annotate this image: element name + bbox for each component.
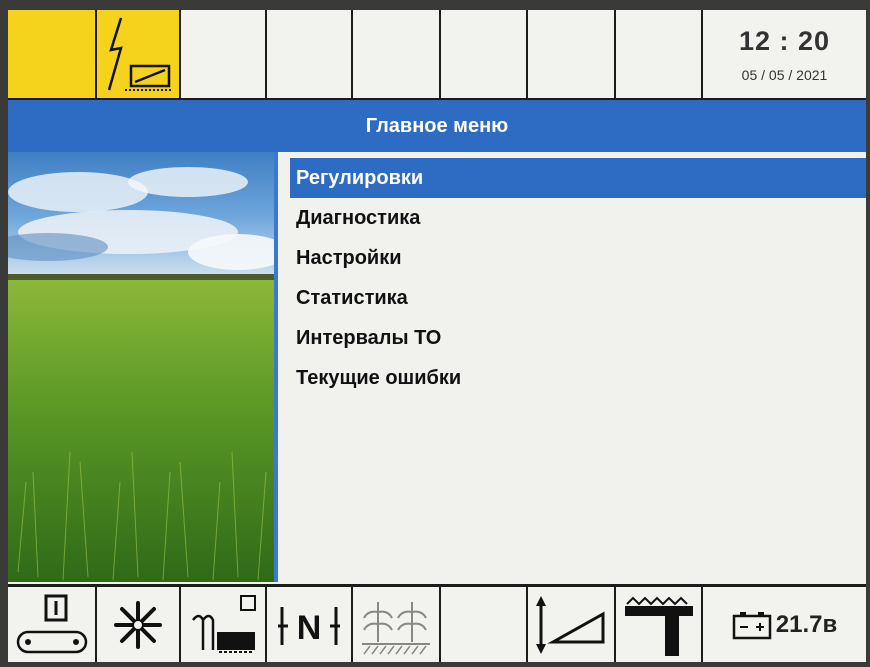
status-slot-4[interactable] [267,10,353,100]
landscape-image [8,152,278,582]
display-screen: 12 : 20 05 / 05 / 2021 Главное меню Регу… [8,10,866,662]
center-lock-button[interactable]: N [267,587,353,662]
bottom-toolbar: N 21.7в [8,584,866,662]
menu-item-statistics[interactable]: Статистика [290,278,866,318]
status-slot-8[interactable] [616,10,703,100]
crop-button[interactable] [353,587,441,662]
header-tilt-button[interactable] [616,587,703,662]
battery-voltage: 21.7в [775,610,838,638]
clock-date: 05 / 05 / 2021 [741,66,828,83]
header-tilt-icon [624,596,693,656]
menu-item-service-intervals[interactable]: Интервалы ТО [290,318,866,358]
power-header-icon [107,17,171,91]
cutter-bar-icon [192,594,256,653]
clock-time: 12 : 20 [738,25,831,56]
fan-icon [114,600,162,649]
battery-icon [732,611,772,639]
menu-item-settings[interactable]: Настройки [290,238,866,278]
tab-power-header[interactable] [97,10,181,100]
battery-status: 21.7в [703,587,866,662]
center-lock-icon: N [278,606,340,647]
status-slot-5[interactable] [353,10,441,100]
status-slot-3[interactable] [181,10,267,100]
fan-button[interactable] [97,587,181,662]
clock-panel: 12 : 20 05 / 05 / 2021 [703,10,866,100]
main-menu-list: Регулировки Диагностика Настройки Статис… [290,158,866,398]
header-height-icon [536,595,605,654]
page-title-bar: Главное меню [8,100,866,152]
crop-icon [362,601,430,654]
top-status-bar: 12 : 20 05 / 05 / 2021 [8,10,866,100]
menu-item-current-errors[interactable]: Текущие ошибки [290,358,866,398]
conveyor-lock-icon [16,594,87,653]
svg-text:N: N [297,609,322,647]
conveyor-button[interactable] [8,587,97,662]
status-slot-6[interactable] [441,10,528,100]
tab-power-header[interactable] [8,10,97,100]
menu-item-diagnostics[interactable]: Диагностика [290,198,866,238]
empty-slot[interactable] [441,587,528,662]
menu-item-adjustments[interactable]: Регулировки [290,158,866,198]
status-slot-7[interactable] [528,10,616,100]
page-title: Главное меню [365,114,509,137]
header-height-button[interactable] [528,587,616,662]
cutter-bar-button[interactable] [181,587,267,662]
